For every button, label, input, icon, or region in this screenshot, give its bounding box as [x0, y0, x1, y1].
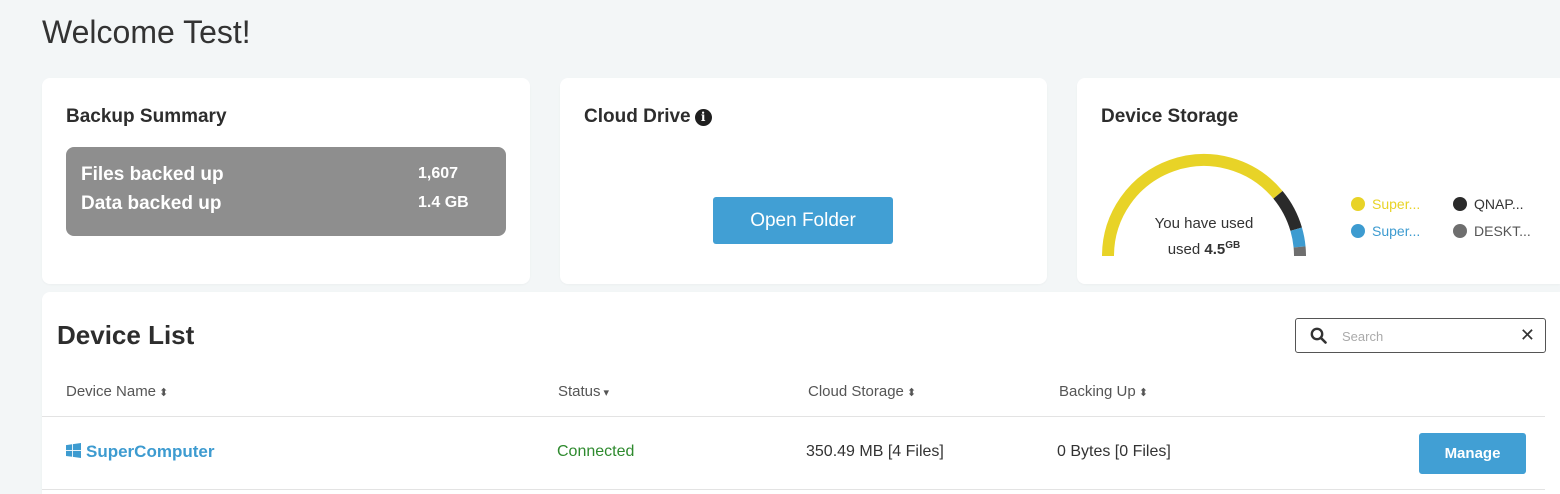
device-status: Connected [557, 443, 635, 460]
backup-summary-box: Files backed up 1,607 Data backed up 1.4… [66, 147, 506, 236]
data-backed-up-value: 1.4 GB [418, 194, 469, 211]
sort-icon: ⬍ [906, 387, 917, 399]
data-backed-up-label: Data backed up [81, 193, 222, 214]
storage-used-prefix: used [1167, 241, 1201, 258]
legend-label: DESKT... [1474, 223, 1531, 239]
storage-used-line-2: used 4.5GB [1139, 235, 1269, 261]
files-backed-up-row: Files backed up 1,607 [81, 164, 501, 190]
manage-button[interactable]: Manage [1419, 433, 1526, 474]
data-backed-up-row: Data backed up 1.4 GB [81, 193, 501, 219]
device-name-cell[interactable]: SuperComputer [66, 442, 214, 462]
legend-label: Super... [1372, 223, 1421, 239]
storage-used-value: 4.5 [1204, 241, 1226, 258]
open-folder-button[interactable]: Open Folder [713, 197, 893, 244]
legend-label: Super... [1372, 196, 1421, 212]
column-header-cloud-storage[interactable]: Cloud Storage ⬍ [808, 383, 916, 400]
clear-search-icon[interactable]: ✕ [1520, 325, 1535, 345]
windows-icon [66, 443, 81, 458]
legend-dot-icon [1351, 224, 1365, 238]
column-header-status[interactable]: Status ▾ [558, 383, 609, 400]
storage-used-line-1: You have used [1154, 215, 1254, 232]
sort-desc-icon: ▾ [603, 387, 610, 399]
gauge-segment-qnap [1273, 190, 1302, 232]
storage-used-text: You have used used 4.5GB [1139, 213, 1269, 261]
cloud-drive-card: Cloud Drive i Open Folder [560, 78, 1047, 284]
column-header-device-name[interactable]: Device Name ⬍ [66, 383, 168, 400]
table-divider [42, 489, 1545, 490]
cloud-drive-title: Cloud Drive [584, 106, 691, 127]
legend-item-desktop[interactable]: DESKT... [1453, 223, 1531, 239]
column-header-label: Cloud Storage [808, 383, 904, 400]
table-divider [42, 416, 1545, 417]
search-box: ✕ [1295, 318, 1546, 353]
files-backed-up-value: 1,607 [418, 165, 459, 182]
gauge-segment-super-2 [1290, 227, 1306, 248]
info-icon[interactable]: i [694, 109, 712, 126]
device-list-title: Device List [57, 320, 195, 350]
backup-summary-card: Backup Summary Files backed up 1,607 Dat… [42, 78, 530, 284]
device-list-card: Device List ✕ Device Name⬍ Status▾ Cloud… [42, 292, 1560, 494]
files-backed-up-label: Files backed up [81, 164, 224, 185]
legend-item-qnap[interactable]: QNAP... [1453, 196, 1524, 212]
legend-dot-icon [1351, 197, 1365, 211]
legend-dot-icon [1453, 224, 1467, 238]
backup-summary-title: Backup Summary [66, 106, 227, 127]
column-header-label: Status [558, 383, 601, 400]
page-title: Welcome Test! [42, 14, 251, 50]
legend-item-super-1[interactable]: Super... [1351, 196, 1420, 212]
device-backing-up: 0 Bytes [0 Files] [1057, 443, 1171, 460]
column-header-label: Backing Up [1059, 383, 1136, 400]
device-cloud-storage: 350.49 MB [4 Files] [806, 443, 944, 460]
column-header-label: Device Name [66, 383, 157, 400]
legend-dot-icon [1453, 197, 1467, 211]
device-storage-card: Device Storage You have used used 4.5GB … [1077, 78, 1560, 284]
search-input[interactable] [1340, 325, 1514, 347]
column-header-backing-up[interactable]: Backing Up ⬍ [1059, 383, 1148, 400]
sort-icon: ⬍ [159, 387, 169, 399]
sort-icon: ⬍ [1138, 387, 1148, 399]
search-icon [1310, 327, 1327, 344]
device-storage-title: Device Storage [1101, 106, 1239, 127]
device-name-link[interactable]: SuperComputer [86, 442, 214, 461]
cloud-drive-title-row: Cloud Drive i [584, 106, 712, 128]
legend-item-super-2[interactable]: Super... [1351, 223, 1420, 239]
storage-used-unit: GB [1225, 240, 1241, 251]
legend-label: QNAP... [1474, 196, 1524, 212]
